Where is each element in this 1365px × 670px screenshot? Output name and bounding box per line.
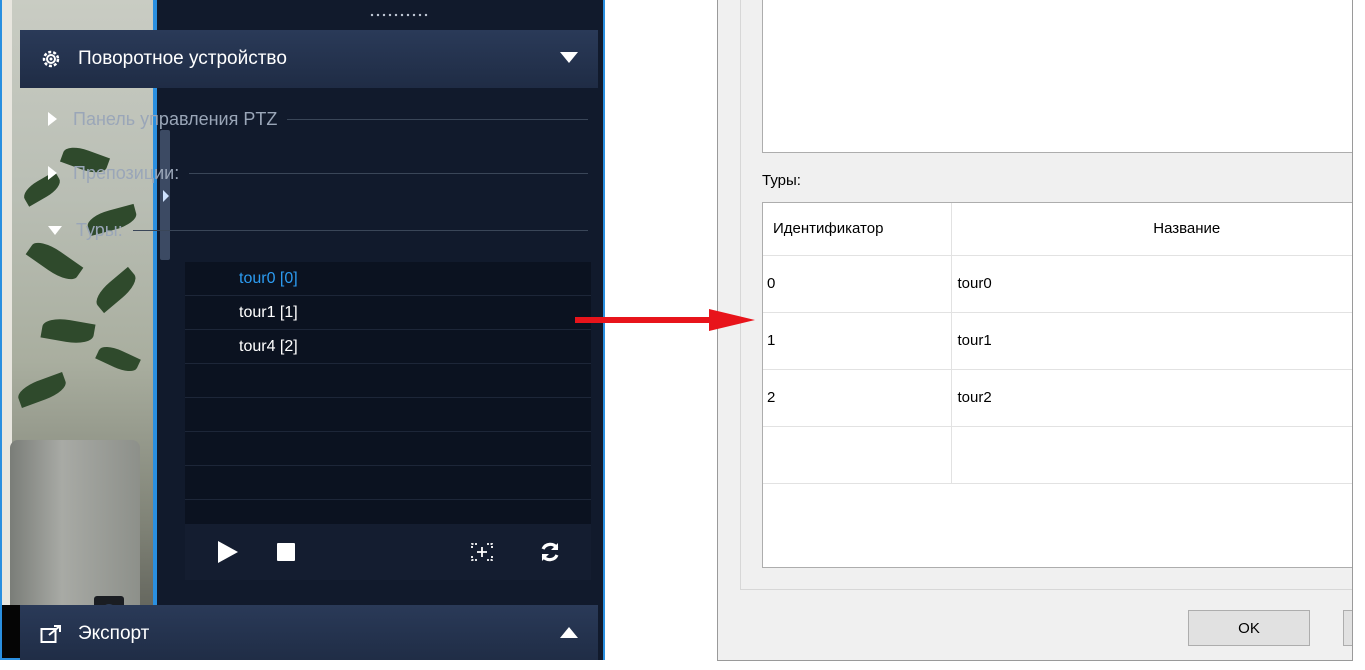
refresh-button[interactable]: [535, 538, 565, 566]
collapse-arrow-icon: [48, 225, 62, 235]
plant-leaf: [91, 266, 141, 314]
sub-item-tours[interactable]: Туры:: [48, 215, 588, 245]
screenshot-root: Поворотное устройство Панель управления …: [0, 0, 1365, 670]
sub-item-presets[interactable]: Препозиции:: [48, 158, 588, 188]
section-title: Экспорт: [78, 623, 150, 644]
record-tour-button[interactable]: [467, 538, 497, 566]
tour-list-empty-row: [185, 466, 591, 500]
stop-icon: [277, 543, 295, 561]
ok-button[interactable]: OK: [1188, 610, 1310, 646]
window-right-edge: [1352, 0, 1365, 670]
table-row[interactable]: 2 tour2: [763, 369, 1365, 427]
sub-item-label: Туры:: [76, 219, 123, 240]
tour-list-item[interactable]: tour0 [0]: [185, 262, 591, 296]
panel-drag-grip[interactable]: [369, 12, 429, 18]
tour-controls-bar: [185, 524, 591, 580]
table-row[interactable]: 1 tour1: [763, 312, 1365, 370]
divider: [189, 172, 588, 174]
plant-leaf: [15, 372, 69, 408]
plant-leaf: [95, 341, 141, 377]
column-header-name[interactable]: Название: [951, 203, 1365, 256]
dialog-bottom-border: [717, 660, 1353, 661]
cell-id[interactable]: [763, 426, 952, 484]
chevron-down-icon: [560, 52, 578, 63]
red-arrow-icon: [575, 309, 755, 331]
section-title: Поворотное устройство: [78, 48, 287, 69]
column-header-id[interactable]: Идентификатор: [763, 203, 952, 256]
cell-name[interactable]: [951, 426, 1365, 484]
dialog-top-list[interactable]: [762, 0, 1365, 153]
stop-tour-button[interactable]: [271, 538, 301, 566]
expand-arrow-icon: [48, 166, 57, 180]
play-tour-button[interactable]: [213, 538, 243, 566]
sub-item-label: Панель управления PTZ: [73, 108, 278, 129]
collapse-arrow-icon: [163, 190, 169, 202]
record-tour-icon: [471, 543, 493, 561]
expand-arrow-icon: [48, 112, 57, 126]
cell-name[interactable]: tour2: [951, 369, 1365, 427]
section-header-export[interactable]: Экспорт: [20, 605, 598, 663]
cell-id[interactable]: 1: [763, 312, 952, 370]
ptz-gear-icon: [40, 48, 62, 70]
window-bottom-edge: [0, 660, 1365, 670]
cell-name[interactable]: tour0: [951, 255, 1365, 313]
sub-item-label: Препозиции:: [73, 162, 180, 183]
section-header-ptz[interactable]: Поворотное устройство: [20, 30, 598, 88]
cell-id[interactable]: 2: [763, 369, 952, 427]
plant-leaf: [40, 315, 96, 347]
table-row-empty[interactable]: [763, 426, 1365, 484]
tour-list-empty-row: [185, 398, 591, 432]
tours-table: Идентификатор Название 0 tour0 1 tour1 2: [762, 202, 1365, 568]
table-row[interactable]: 0 tour0: [763, 255, 1365, 313]
tours-label: Туры:: [762, 172, 801, 189]
divider: [132, 229, 588, 231]
cell-name[interactable]: tour1: [951, 312, 1365, 370]
table-header-row: Идентификатор Название: [763, 203, 1365, 256]
tours-dialog: Туры: Идентификатор Название 0 tour0 1 t…: [717, 0, 1365, 670]
chevron-up-icon: [560, 627, 578, 638]
tour-list-item[interactable]: tour1 [1]: [185, 296, 591, 330]
divider: [287, 118, 588, 120]
tour-list-empty-row: [185, 432, 591, 466]
tour-list-item[interactable]: tour4 [2]: [185, 330, 591, 364]
camera-view[interactable]: [0, 0, 155, 660]
tour-list-empty-row: [185, 364, 591, 398]
play-icon: [218, 541, 238, 563]
export-icon: [40, 623, 62, 645]
cell-id[interactable]: 0: [763, 255, 952, 313]
plant-pot: [10, 440, 140, 610]
sub-item-ptz-control[interactable]: Панель управления PTZ: [48, 104, 588, 134]
tour-list: tour0 [0] tour1 [1] tour4 [2]: [185, 262, 591, 524]
refresh-icon: [541, 542, 559, 562]
